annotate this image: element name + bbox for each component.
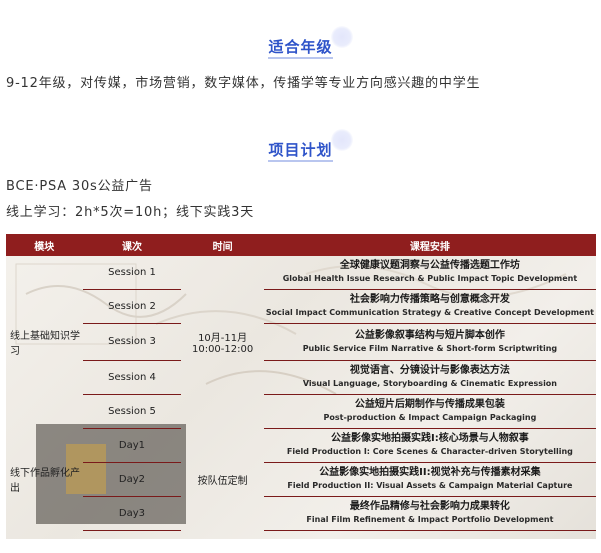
plan-line-2: 线上学习：2h*5次=10h；线下实践3天: [6, 205, 255, 220]
session-label: Day3: [82, 496, 182, 531]
course-title-en: Social Impact Communication Strategy & C…: [265, 308, 594, 317]
course-title-en: Field Production II: Visual Assets & Cam…: [287, 481, 573, 490]
section-title-grade: 适合年级: [0, 26, 601, 59]
course-title-cn: 公益影像叙事结构与短片脚本创作: [354, 329, 505, 341]
course-title-cn: 全球健康议题洞察与公益传播选题工作坊: [339, 260, 520, 272]
grade-text: 9-12年级，对传媒，市场营销，数字媒体，传播学等专业方向感兴趣的中学生: [6, 76, 481, 91]
session-label: Session 3: [82, 323, 182, 361]
grade-title: 适合年级: [268, 38, 333, 59]
plan-title: 项目计划: [268, 141, 333, 162]
schedule-table-container: 模块 课次 时间 课程安排 线上基础知识学习 Session 1 10月-11月…: [6, 234, 596, 539]
time-online: 10月-11月 10:00-12:00: [191, 333, 254, 355]
session-label: Session 5: [82, 394, 182, 429]
course-title-en: Public Service Film Narrative & Short-fo…: [302, 343, 558, 353]
session-label: Session 1: [82, 256, 182, 290]
session-label: Session 4: [82, 360, 182, 395]
time-offline: 按队伍定制: [197, 475, 248, 487]
module-offline: 线下作品孵化产出: [10, 468, 80, 494]
course-item: 全球健康议题洞察与公益传播选题工作坊 Global Health Issue R…: [263, 256, 596, 290]
module-online: 线上基础知识学习: [10, 331, 80, 357]
course-title-cn: 社会影响力传播策略与创意概念开发: [349, 294, 510, 305]
header-session: 课次: [82, 234, 182, 256]
course-title-en: Post-production & Impact Campaign Packag…: [323, 413, 537, 422]
course-item: 公益影像实地拍摄实践II:视觉补充与传播素材采集 Field Productio…: [263, 462, 596, 497]
course-item: 社会影响力传播策略与创意概念开发 Social Impact Communica…: [263, 289, 596, 324]
section-title-plan: 项目计划: [0, 129, 601, 162]
session-label: Session 2: [82, 289, 182, 324]
header-module: 模块: [6, 234, 83, 256]
course-item: 公益短片后期制作与传播成果包装 Post-production & Impact…: [263, 394, 596, 429]
course-title-cn: 最终作品精修与社会影响力成果转化: [349, 501, 510, 512]
session-label: Day2: [82, 462, 182, 497]
session-label: Day1: [82, 428, 182, 463]
course-title-cn: 公益短片后期制作与传播成果包装: [354, 399, 505, 410]
course-title-cn: 公益影像实地拍摄实践I:核心场景与人物叙事: [331, 433, 529, 444]
course-title-cn: 公益影像实地拍摄实践II:视觉补充与传播素材采集: [319, 467, 541, 478]
course-title-cn: 视觉语言、分镜设计与影像表达方法: [349, 365, 510, 376]
course-title-en: Visual Language, Storyboarding & Cinemat…: [302, 379, 557, 388]
course-item: 公益影像实地拍摄实践I:核心场景与人物叙事 Field Production I…: [263, 428, 596, 463]
header-time: 时间: [181, 234, 264, 256]
course-item: 视觉语言、分镜设计与影像表达方法 Visual Language, Storyb…: [263, 360, 596, 395]
course-title-en: Final Film Refinement & Impact Portfolio…: [306, 515, 554, 524]
decorative-dot-icon: [330, 26, 353, 48]
plan-line-1: BCE·PSA 30s公益广告: [6, 179, 153, 194]
decorative-dot-icon: [330, 129, 353, 151]
schedule-table: 模块 课次 时间 课程安排 线上基础知识学习 Session 1 10月-11月…: [6, 234, 596, 531]
header-course: 课程安排: [263, 234, 596, 256]
course-item: 公益影像叙事结构与短片脚本创作 Public Service Film Narr…: [263, 323, 596, 361]
course-title-en: Global Health Issue Research & Public Im…: [282, 274, 578, 284]
course-item: 最终作品精修与社会影响力成果转化 Final Film Refinement &…: [263, 496, 596, 531]
course-title-en: Field Production I: Core Scenes & Charac…: [286, 447, 573, 456]
